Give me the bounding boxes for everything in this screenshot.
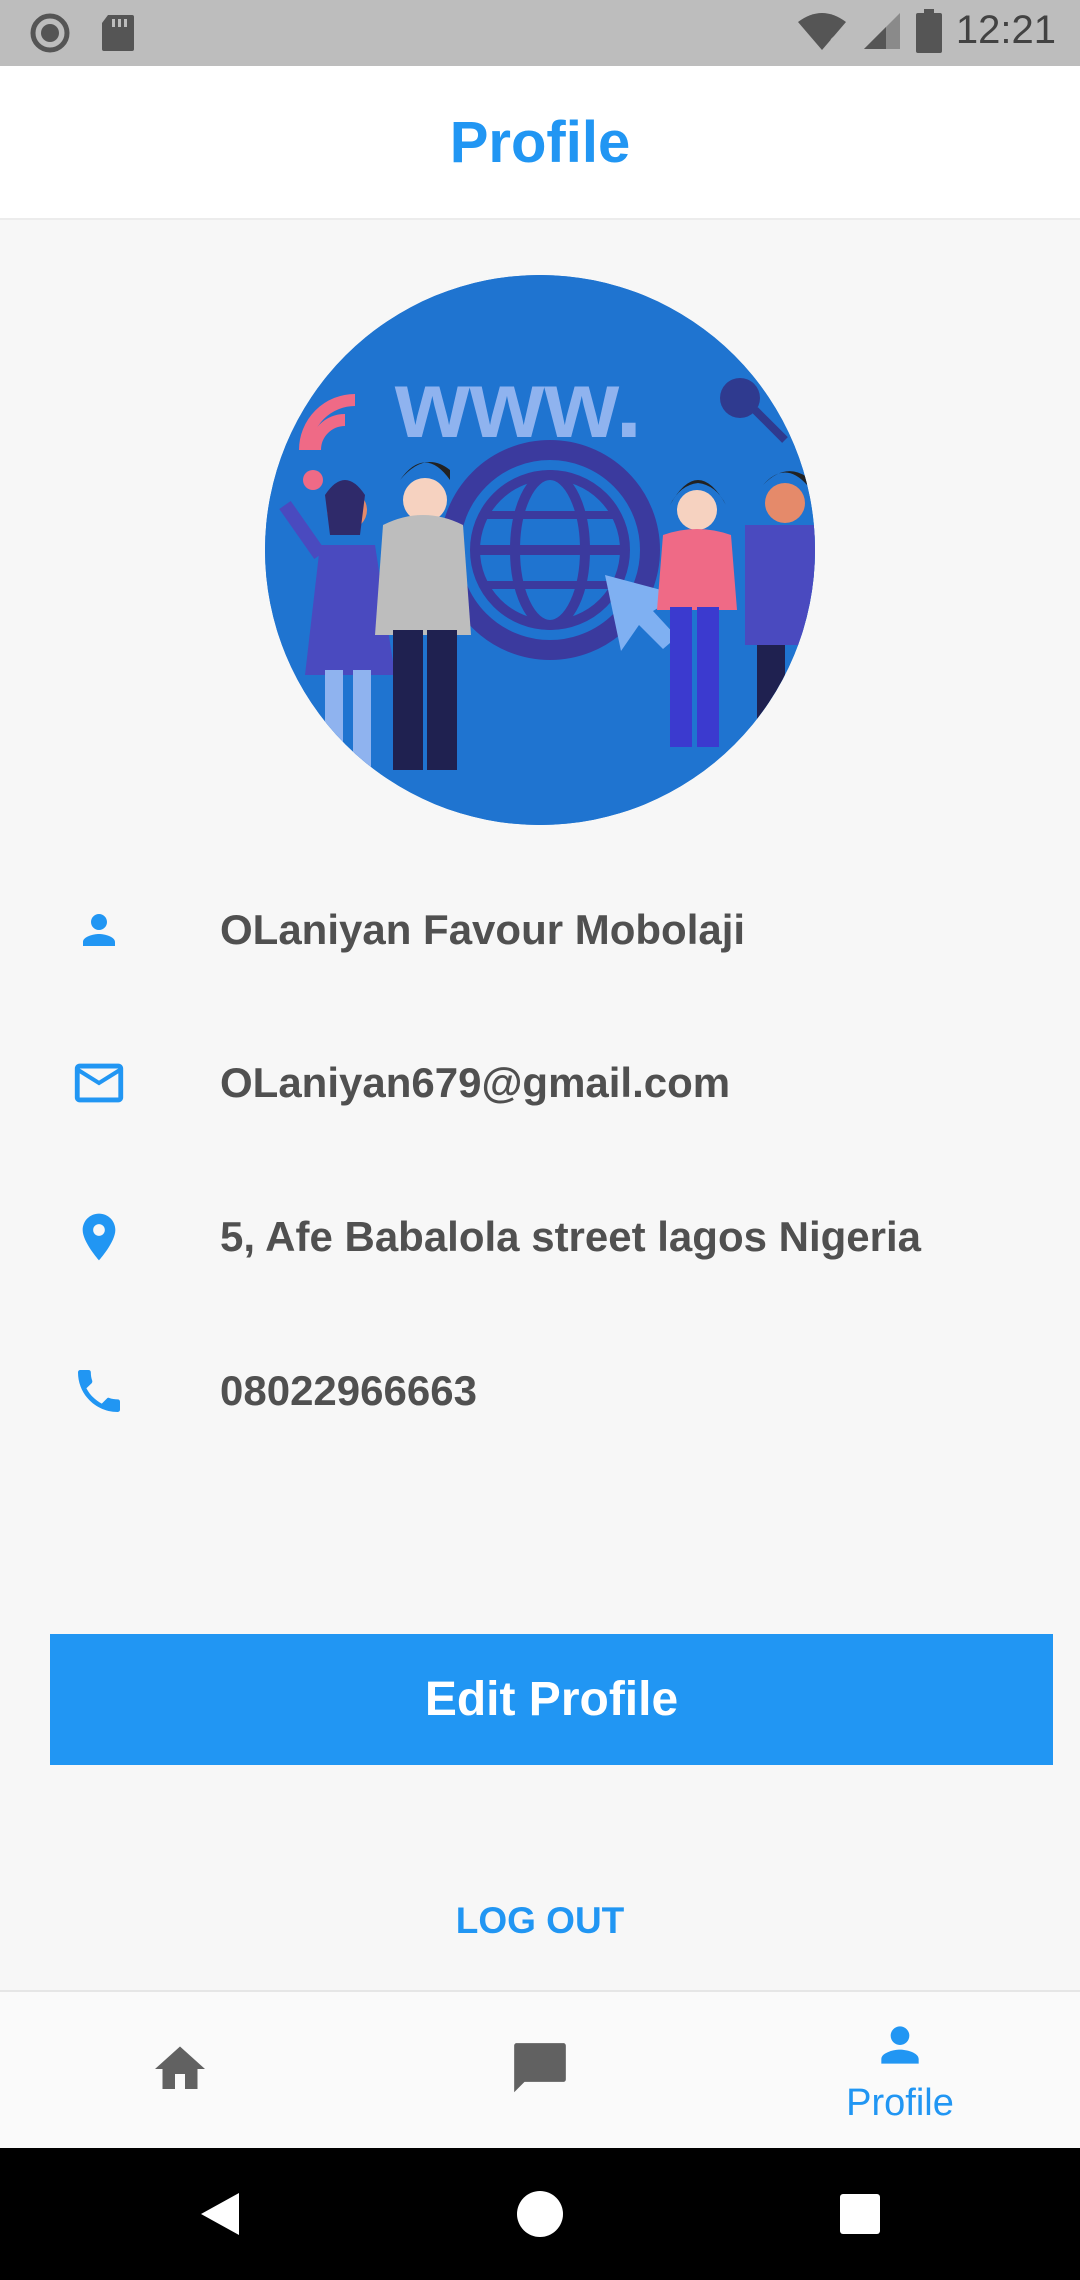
edit-profile-button[interactable]: Edit Profile xyxy=(50,1634,1053,1765)
app-bar: Profile xyxy=(0,66,1080,220)
bottom-nav: Profile xyxy=(0,1990,1080,2148)
back-icon[interactable] xyxy=(190,2184,250,2244)
home-icon xyxy=(150,2039,210,2104)
phone-row: 08022966663 xyxy=(0,1341,1080,1441)
status-bar: 12:21 xyxy=(0,0,1080,66)
page-title: Profile xyxy=(449,109,631,175)
profile-name: OLaniyan Favour Mobolaji xyxy=(220,906,746,953)
sd-card-icon xyxy=(100,13,136,53)
battery-icon xyxy=(915,8,942,53)
system-nav-bar xyxy=(0,2148,1080,2280)
profile-email: OLaniyan679@gmail.com xyxy=(220,1059,731,1106)
avatar[interactable]: www. xyxy=(265,275,815,825)
status-time: 12:21 xyxy=(955,8,1056,52)
signal-icon xyxy=(862,11,902,51)
www-people-illustration: www. xyxy=(265,275,815,825)
recents-icon[interactable] xyxy=(830,2184,890,2244)
nav-profile-label: Profile xyxy=(846,2082,954,2124)
nav-profile[interactable]: Profile xyxy=(720,1992,1080,2150)
address-row: 5, Afe Babalola street lagos Nigeria xyxy=(0,1187,1080,1287)
location-pin-icon xyxy=(62,1200,136,1274)
profile-phone: 08022966663 xyxy=(220,1367,477,1414)
chat-icon xyxy=(509,2038,571,2105)
email-row: OLaniyan679@gmail.com xyxy=(0,1033,1080,1133)
phone-icon xyxy=(62,1354,136,1428)
profile-address: 5, Afe Babalola street lagos Nigeria xyxy=(220,1213,922,1260)
svg-text:www.: www. xyxy=(394,351,642,458)
nav-home[interactable] xyxy=(0,1992,360,2150)
home-circle-icon[interactable] xyxy=(510,2184,570,2244)
person-icon xyxy=(62,893,136,967)
logout-button[interactable]: LOG OUT xyxy=(0,1900,1080,1942)
name-row: OLaniyan Favour Mobolaji xyxy=(0,880,1080,980)
person-icon xyxy=(872,2017,928,2078)
mail-icon xyxy=(62,1046,136,1120)
record-icon xyxy=(30,13,70,53)
nav-chat[interactable] xyxy=(360,1992,720,2150)
wifi-icon xyxy=(796,10,848,52)
